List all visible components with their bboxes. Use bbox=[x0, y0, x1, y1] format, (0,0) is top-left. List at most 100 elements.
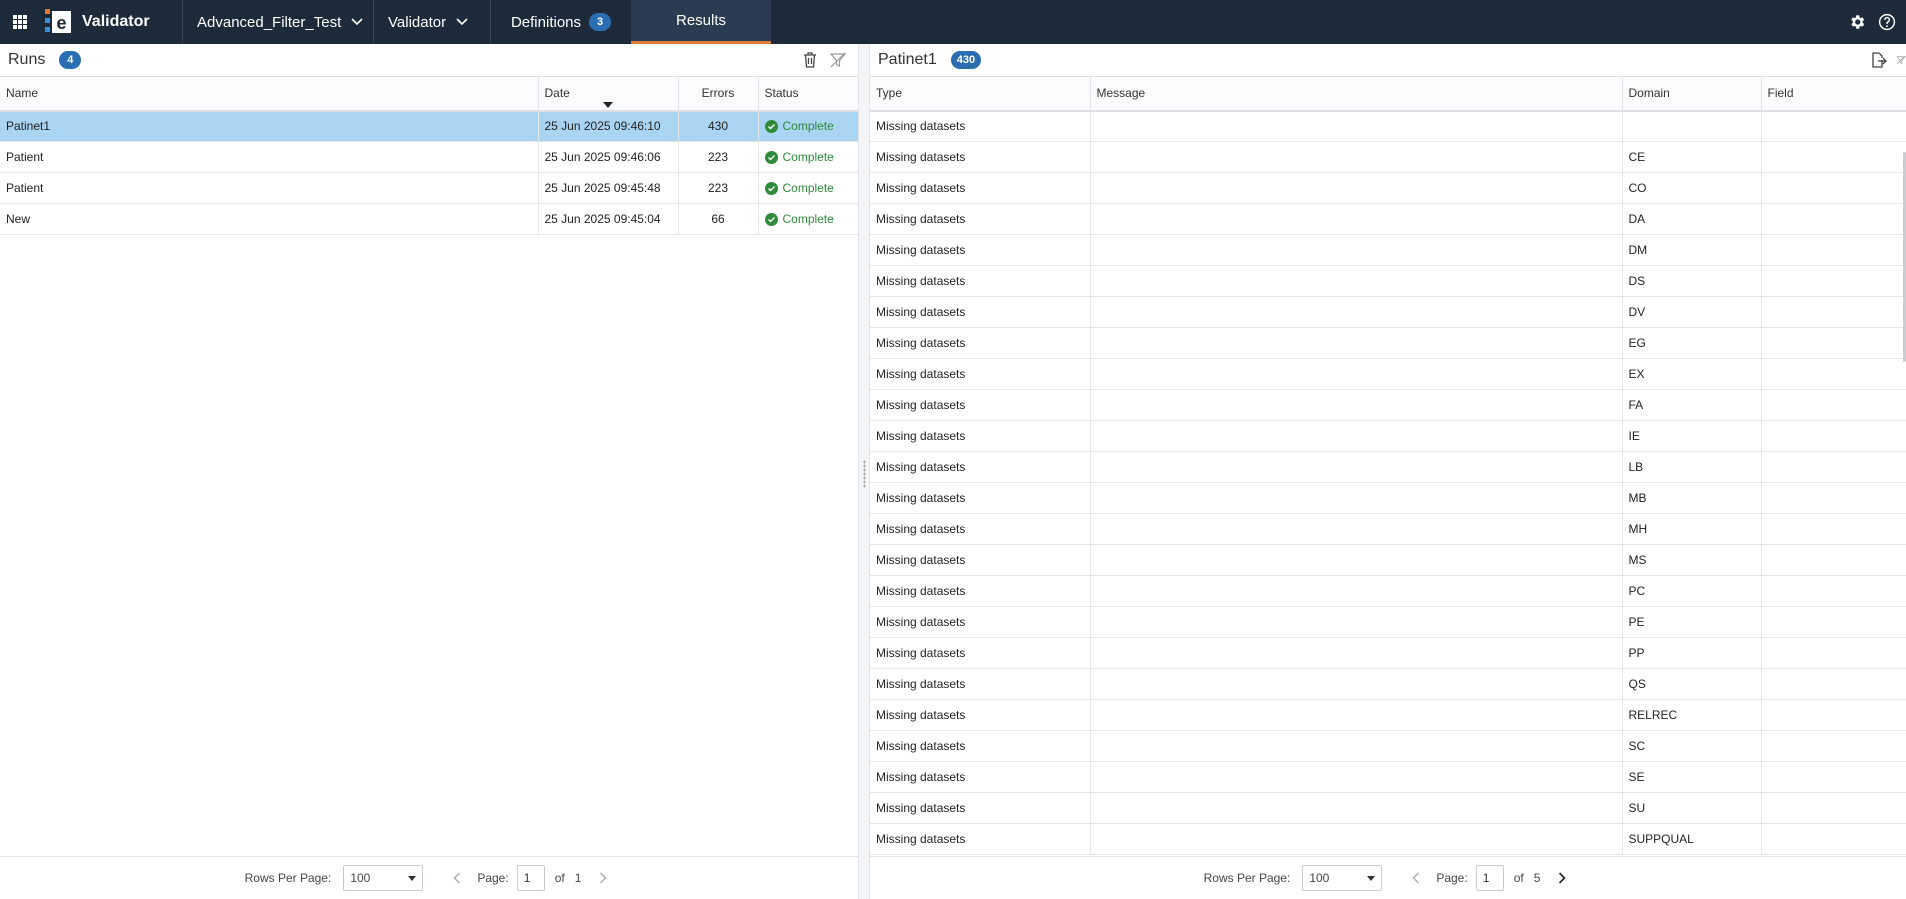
run-status-label: Complete bbox=[782, 119, 834, 134]
runs-title: Runs bbox=[8, 51, 46, 68]
table-row[interactable]: Missing datasets LB bbox=[870, 451, 1906, 483]
result-field bbox=[1761, 234, 1906, 266]
module-dropdown[interactable]: Validator bbox=[374, 0, 490, 44]
result-message bbox=[1090, 234, 1623, 266]
table-row[interactable]: Missing datasets SU bbox=[870, 792, 1906, 824]
table-row[interactable]: Missing datasets EG bbox=[870, 327, 1906, 359]
table-row[interactable]: Missing datasets SE bbox=[870, 761, 1906, 793]
chevron-left-icon[interactable] bbox=[1406, 872, 1426, 884]
result-message bbox=[1090, 265, 1623, 297]
run-name: Patient bbox=[0, 172, 539, 204]
table-row[interactable]: Missing datasets RELREC bbox=[870, 699, 1906, 731]
chevron-right-icon[interactable] bbox=[593, 872, 613, 884]
chevron-right-icon[interactable] bbox=[1552, 872, 1572, 884]
table-row[interactable]: Missing datasets QS bbox=[870, 668, 1906, 700]
table-row[interactable]: Patinet1 25 Jun 2025 09:46:10 430 Comple… bbox=[0, 110, 858, 142]
table-row[interactable]: Missing datasets PP bbox=[870, 637, 1906, 669]
result-message bbox=[1090, 637, 1623, 669]
panel-splitter[interactable] bbox=[858, 44, 870, 899]
tab-definitions[interactable]: Definitions 3 bbox=[491, 0, 631, 44]
runs-table: Name Date Errors Status Patinet1 25 Jun … bbox=[0, 76, 858, 235]
result-message bbox=[1090, 451, 1623, 483]
table-row[interactable]: Missing datasets DS bbox=[870, 265, 1906, 297]
runs-panel-header: Runs 4 bbox=[0, 44, 858, 76]
check-circle-icon bbox=[764, 150, 778, 164]
column-header-type[interactable]: Type bbox=[870, 76, 1091, 112]
app-logo: e bbox=[40, 0, 76, 44]
table-row[interactable]: Missing datasets MS bbox=[870, 544, 1906, 576]
tab-results[interactable]: Results bbox=[631, 0, 771, 44]
column-header-domain[interactable]: Domain bbox=[1622, 76, 1762, 112]
rows-per-page-select[interactable]: 100 bbox=[1302, 865, 1383, 891]
project-dropdown[interactable]: Advanced_Filter_Test bbox=[183, 0, 373, 44]
rows-per-page-select[interactable]: 100 bbox=[343, 865, 424, 891]
caret-down-icon bbox=[408, 875, 417, 881]
result-message bbox=[1090, 389, 1623, 421]
table-row[interactable]: Missing datasets MB bbox=[870, 482, 1906, 514]
result-message bbox=[1090, 606, 1623, 638]
gear-icon[interactable] bbox=[1846, 11, 1868, 33]
table-row[interactable]: Missing datasets EX bbox=[870, 358, 1906, 390]
run-status: Complete bbox=[758, 141, 858, 173]
result-message bbox=[1090, 141, 1623, 173]
column-header-name[interactable]: Name bbox=[0, 76, 539, 112]
result-field bbox=[1761, 203, 1906, 235]
rows-per-page-label: Rows Per Page: bbox=[244, 871, 332, 885]
run-name: Patinet1 bbox=[0, 110, 539, 142]
result-message bbox=[1090, 513, 1623, 545]
table-row[interactable]: Missing datasets SC bbox=[870, 730, 1906, 762]
table-row[interactable]: Missing datasets MH bbox=[870, 513, 1906, 545]
result-type: Missing datasets bbox=[870, 668, 1091, 700]
run-status-label: Complete bbox=[782, 212, 834, 226]
table-row[interactable]: Missing datasets PC bbox=[870, 575, 1906, 607]
result-type: Missing datasets bbox=[870, 389, 1091, 421]
table-row[interactable]: Missing datasets PE bbox=[870, 606, 1906, 638]
page-number-input[interactable] bbox=[516, 865, 545, 891]
result-domain: CE bbox=[1622, 141, 1762, 173]
results-title: Patinet1 bbox=[878, 51, 937, 68]
table-row[interactable]: Patient 25 Jun 2025 09:46:06 223 Complet… bbox=[0, 141, 858, 173]
help-icon[interactable] bbox=[1876, 11, 1898, 33]
page-number-input[interactable] bbox=[1475, 865, 1504, 891]
column-header-message[interactable]: Message bbox=[1090, 76, 1623, 112]
column-header-status[interactable]: Status bbox=[758, 76, 858, 112]
result-field bbox=[1761, 110, 1906, 142]
result-type: Missing datasets bbox=[870, 265, 1091, 297]
result-domain: DA bbox=[1622, 203, 1762, 235]
table-row[interactable]: Missing datasets SUPPQUAL bbox=[870, 823, 1906, 855]
table-row[interactable]: Missing datasets DV bbox=[870, 296, 1906, 328]
column-header-errors[interactable]: Errors bbox=[678, 76, 759, 112]
module-name: Validator bbox=[388, 13, 447, 31]
table-row[interactable]: Missing datasets FA bbox=[870, 389, 1906, 421]
table-row[interactable]: Missing datasets IE bbox=[870, 420, 1906, 452]
table-row[interactable]: Missing datasets DM bbox=[870, 234, 1906, 266]
chevron-left-icon[interactable] bbox=[447, 872, 467, 884]
export-icon[interactable] bbox=[1868, 50, 1888, 70]
result-domain: RELREC bbox=[1622, 699, 1762, 731]
result-field bbox=[1761, 637, 1906, 669]
total-pages: 5 bbox=[1533, 871, 1541, 885]
filter-off-icon[interactable] bbox=[1896, 50, 1906, 70]
result-type: Missing datasets bbox=[870, 761, 1091, 793]
column-header-date[interactable]: Date bbox=[538, 76, 679, 112]
result-type: Missing datasets bbox=[870, 296, 1091, 328]
table-row[interactable]: Patient 25 Jun 2025 09:45:48 223 Complet… bbox=[0, 172, 858, 204]
table-row[interactable]: New 25 Jun 2025 09:45:04 66 Complete bbox=[0, 203, 858, 235]
column-header-field[interactable]: Field bbox=[1761, 76, 1906, 112]
apps-grid-icon[interactable] bbox=[0, 0, 40, 44]
result-domain: PP bbox=[1622, 637, 1762, 669]
table-row[interactable]: Missing datasets CO bbox=[870, 172, 1906, 204]
table-row[interactable]: Missing datasets bbox=[870, 110, 1906, 142]
result-field bbox=[1761, 668, 1906, 700]
trash-icon[interactable] bbox=[800, 50, 820, 70]
run-name: Patient bbox=[0, 141, 539, 173]
result-domain: MH bbox=[1622, 513, 1762, 545]
caret-down-icon bbox=[1367, 875, 1376, 881]
result-field bbox=[1761, 699, 1906, 731]
table-row[interactable]: Missing datasets DA bbox=[870, 203, 1906, 235]
result-message bbox=[1090, 358, 1623, 390]
table-row[interactable]: Missing datasets CE bbox=[870, 141, 1906, 173]
result-message bbox=[1090, 544, 1623, 576]
rows-per-page-value: 100 bbox=[350, 871, 371, 885]
filter-off-icon[interactable] bbox=[828, 50, 848, 70]
